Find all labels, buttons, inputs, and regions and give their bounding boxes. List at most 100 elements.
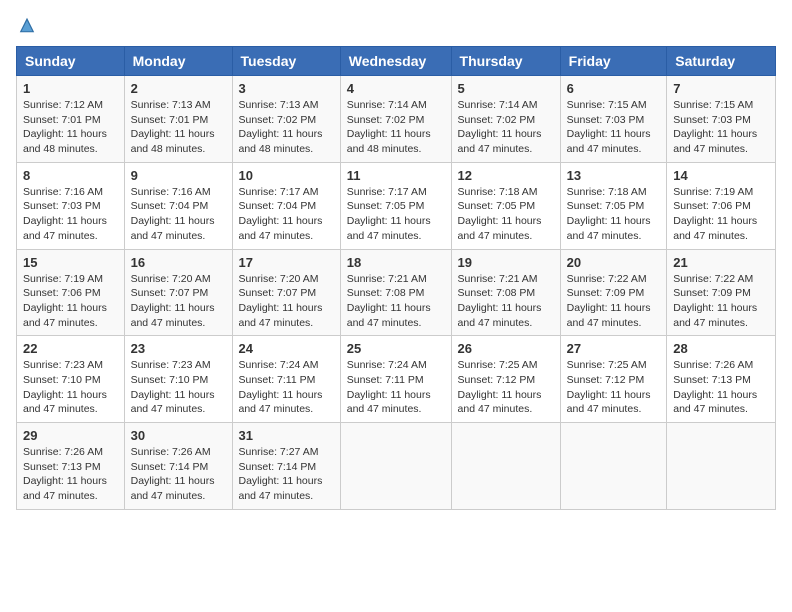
calendar-day-cell: 19 Sunrise: 7:21 AM Sunset: 7:08 PM Dayl…: [451, 249, 560, 336]
weekday-header: Tuesday: [232, 47, 340, 76]
day-number: 24: [239, 341, 334, 356]
weekday-header: Monday: [124, 47, 232, 76]
day-number: 16: [131, 255, 226, 270]
day-info: Sunrise: 7:15 AM Sunset: 7:03 PM Dayligh…: [673, 98, 769, 157]
day-info: Sunrise: 7:26 AM Sunset: 7:14 PM Dayligh…: [131, 445, 226, 504]
calendar-week-row: 1 Sunrise: 7:12 AM Sunset: 7:01 PM Dayli…: [17, 76, 776, 163]
day-info: Sunrise: 7:20 AM Sunset: 7:07 PM Dayligh…: [131, 272, 226, 331]
logo-icon: [18, 16, 36, 34]
calendar-day-cell: 31 Sunrise: 7:27 AM Sunset: 7:14 PM Dayl…: [232, 423, 340, 510]
day-number: 14: [673, 168, 769, 183]
day-info: Sunrise: 7:20 AM Sunset: 7:07 PM Dayligh…: [239, 272, 334, 331]
day-number: 21: [673, 255, 769, 270]
calendar-day-cell: 7 Sunrise: 7:15 AM Sunset: 7:03 PM Dayli…: [667, 76, 776, 163]
calendar-day-cell: 4 Sunrise: 7:14 AM Sunset: 7:02 PM Dayli…: [340, 76, 451, 163]
day-info: Sunrise: 7:25 AM Sunset: 7:12 PM Dayligh…: [458, 358, 554, 417]
day-number: 28: [673, 341, 769, 356]
day-number: 2: [131, 81, 226, 96]
weekday-header: Saturday: [667, 47, 776, 76]
calendar-day-cell: 6 Sunrise: 7:15 AM Sunset: 7:03 PM Dayli…: [560, 76, 667, 163]
day-info: Sunrise: 7:21 AM Sunset: 7:08 PM Dayligh…: [347, 272, 445, 331]
day-number: 31: [239, 428, 334, 443]
day-number: 29: [23, 428, 118, 443]
day-number: 1: [23, 81, 118, 96]
day-number: 23: [131, 341, 226, 356]
day-number: 18: [347, 255, 445, 270]
day-info: Sunrise: 7:18 AM Sunset: 7:05 PM Dayligh…: [567, 185, 661, 244]
calendar-day-cell: 2 Sunrise: 7:13 AM Sunset: 7:01 PM Dayli…: [124, 76, 232, 163]
calendar-day-cell: 25 Sunrise: 7:24 AM Sunset: 7:11 PM Dayl…: [340, 336, 451, 423]
day-number: 3: [239, 81, 334, 96]
day-info: Sunrise: 7:12 AM Sunset: 7:01 PM Dayligh…: [23, 98, 118, 157]
day-number: 27: [567, 341, 661, 356]
calendar-day-cell: 9 Sunrise: 7:16 AM Sunset: 7:04 PM Dayli…: [124, 162, 232, 249]
day-info: Sunrise: 7:16 AM Sunset: 7:04 PM Dayligh…: [131, 185, 226, 244]
calendar-day-cell: 12 Sunrise: 7:18 AM Sunset: 7:05 PM Dayl…: [451, 162, 560, 249]
day-number: 13: [567, 168, 661, 183]
calendar-day-cell: 16 Sunrise: 7:20 AM Sunset: 7:07 PM Dayl…: [124, 249, 232, 336]
day-info: Sunrise: 7:23 AM Sunset: 7:10 PM Dayligh…: [23, 358, 118, 417]
calendar-day-cell: 28 Sunrise: 7:26 AM Sunset: 7:13 PM Dayl…: [667, 336, 776, 423]
day-number: 30: [131, 428, 226, 443]
day-number: 5: [458, 81, 554, 96]
weekday-header: Wednesday: [340, 47, 451, 76]
calendar-day-cell: 11 Sunrise: 7:17 AM Sunset: 7:05 PM Dayl…: [340, 162, 451, 249]
weekday-header: Friday: [560, 47, 667, 76]
calendar-week-row: 22 Sunrise: 7:23 AM Sunset: 7:10 PM Dayl…: [17, 336, 776, 423]
day-info: Sunrise: 7:17 AM Sunset: 7:04 PM Dayligh…: [239, 185, 334, 244]
day-info: Sunrise: 7:13 AM Sunset: 7:02 PM Dayligh…: [239, 98, 334, 157]
day-info: Sunrise: 7:25 AM Sunset: 7:12 PM Dayligh…: [567, 358, 661, 417]
day-number: 7: [673, 81, 769, 96]
day-number: 4: [347, 81, 445, 96]
day-number: 8: [23, 168, 118, 183]
calendar-day-cell: [340, 423, 451, 510]
day-number: 12: [458, 168, 554, 183]
calendar-week-row: 29 Sunrise: 7:26 AM Sunset: 7:13 PM Dayl…: [17, 423, 776, 510]
calendar-day-cell: [560, 423, 667, 510]
calendar-week-row: 15 Sunrise: 7:19 AM Sunset: 7:06 PM Dayl…: [17, 249, 776, 336]
day-number: 15: [23, 255, 118, 270]
calendar-day-cell: [451, 423, 560, 510]
day-info: Sunrise: 7:19 AM Sunset: 7:06 PM Dayligh…: [23, 272, 118, 331]
day-number: 9: [131, 168, 226, 183]
calendar-day-cell: 5 Sunrise: 7:14 AM Sunset: 7:02 PM Dayli…: [451, 76, 560, 163]
day-info: Sunrise: 7:23 AM Sunset: 7:10 PM Dayligh…: [131, 358, 226, 417]
day-info: Sunrise: 7:19 AM Sunset: 7:06 PM Dayligh…: [673, 185, 769, 244]
day-info: Sunrise: 7:21 AM Sunset: 7:08 PM Dayligh…: [458, 272, 554, 331]
day-number: 6: [567, 81, 661, 96]
calendar-day-cell: 27 Sunrise: 7:25 AM Sunset: 7:12 PM Dayl…: [560, 336, 667, 423]
day-info: Sunrise: 7:27 AM Sunset: 7:14 PM Dayligh…: [239, 445, 334, 504]
day-info: Sunrise: 7:14 AM Sunset: 7:02 PM Dayligh…: [458, 98, 554, 157]
day-number: 26: [458, 341, 554, 356]
calendar-day-cell: 20 Sunrise: 7:22 AM Sunset: 7:09 PM Dayl…: [560, 249, 667, 336]
day-info: Sunrise: 7:22 AM Sunset: 7:09 PM Dayligh…: [673, 272, 769, 331]
day-number: 25: [347, 341, 445, 356]
calendar-day-cell: 21 Sunrise: 7:22 AM Sunset: 7:09 PM Dayl…: [667, 249, 776, 336]
day-number: 22: [23, 341, 118, 356]
weekday-header-row: SundayMondayTuesdayWednesdayThursdayFrid…: [17, 47, 776, 76]
calendar-day-cell: 8 Sunrise: 7:16 AM Sunset: 7:03 PM Dayli…: [17, 162, 125, 249]
day-number: 20: [567, 255, 661, 270]
day-info: Sunrise: 7:24 AM Sunset: 7:11 PM Dayligh…: [347, 358, 445, 417]
day-number: 10: [239, 168, 334, 183]
calendar-day-cell: 10 Sunrise: 7:17 AM Sunset: 7:04 PM Dayl…: [232, 162, 340, 249]
calendar-day-cell: 26 Sunrise: 7:25 AM Sunset: 7:12 PM Dayl…: [451, 336, 560, 423]
day-number: 19: [458, 255, 554, 270]
day-info: Sunrise: 7:22 AM Sunset: 7:09 PM Dayligh…: [567, 272, 661, 331]
calendar-day-cell: 18 Sunrise: 7:21 AM Sunset: 7:08 PM Dayl…: [340, 249, 451, 336]
calendar-day-cell: 17 Sunrise: 7:20 AM Sunset: 7:07 PM Dayl…: [232, 249, 340, 336]
calendar-day-cell: [667, 423, 776, 510]
day-info: Sunrise: 7:13 AM Sunset: 7:01 PM Dayligh…: [131, 98, 226, 157]
page-header: [16, 16, 776, 34]
calendar-day-cell: 1 Sunrise: 7:12 AM Sunset: 7:01 PM Dayli…: [17, 76, 125, 163]
day-info: Sunrise: 7:17 AM Sunset: 7:05 PM Dayligh…: [347, 185, 445, 244]
day-number: 17: [239, 255, 334, 270]
weekday-header: Thursday: [451, 47, 560, 76]
day-info: Sunrise: 7:16 AM Sunset: 7:03 PM Dayligh…: [23, 185, 118, 244]
calendar-day-cell: 14 Sunrise: 7:19 AM Sunset: 7:06 PM Dayl…: [667, 162, 776, 249]
calendar-table: SundayMondayTuesdayWednesdayThursdayFrid…: [16, 46, 776, 510]
calendar-day-cell: 13 Sunrise: 7:18 AM Sunset: 7:05 PM Dayl…: [560, 162, 667, 249]
calendar-day-cell: 24 Sunrise: 7:24 AM Sunset: 7:11 PM Dayl…: [232, 336, 340, 423]
day-info: Sunrise: 7:26 AM Sunset: 7:13 PM Dayligh…: [673, 358, 769, 417]
calendar-day-cell: 30 Sunrise: 7:26 AM Sunset: 7:14 PM Dayl…: [124, 423, 232, 510]
